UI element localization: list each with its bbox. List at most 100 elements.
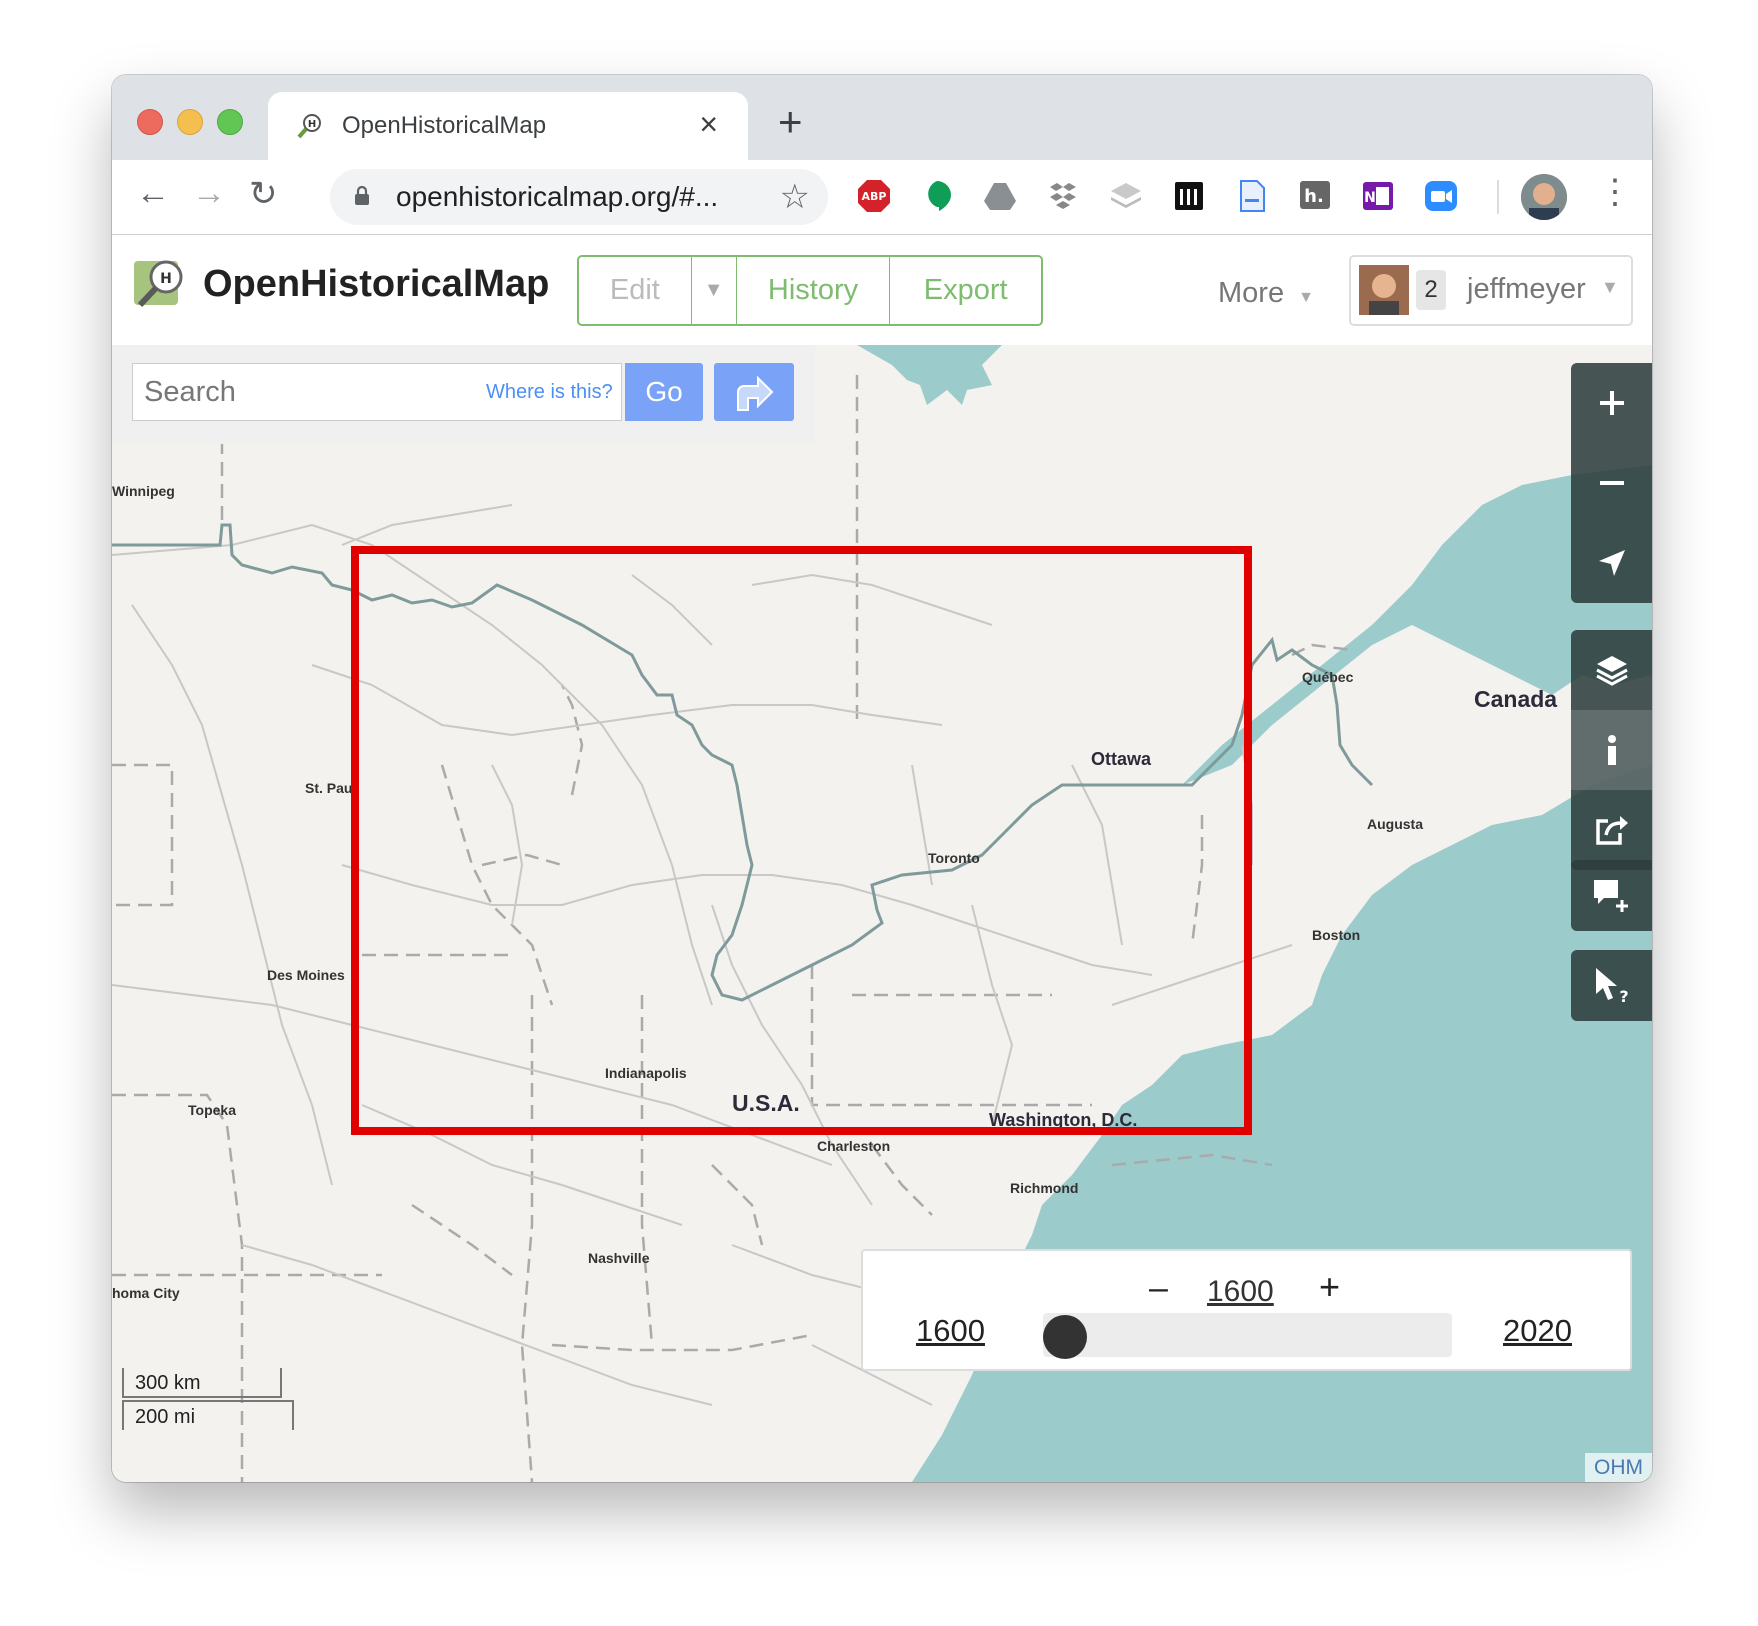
place-winnipeg: Winnipeg	[112, 483, 175, 499]
scale-km: 300 km	[122, 1368, 282, 1398]
minimize-window-button[interactable]	[177, 109, 203, 135]
info-icon	[1607, 735, 1616, 765]
primary-nav: Edit ▼ History Export	[577, 255, 1043, 326]
time-slider-handle[interactable]	[1043, 1315, 1087, 1359]
share-button[interactable]	[1571, 790, 1652, 870]
more-chevron-icon: ▼	[1298, 289, 1314, 306]
hangouts-icon[interactable]	[920, 179, 954, 213]
more-menu[interactable]: More ▼	[1218, 277, 1314, 310]
tab-strip: H OpenHistoricalMap × +	[112, 75, 1652, 160]
map-tool-controls	[1571, 630, 1652, 870]
place-canada: Canada	[1474, 686, 1558, 712]
time-increment-button[interactable]: +	[1319, 1269, 1340, 1305]
minus-icon	[1599, 481, 1624, 485]
add-note-button[interactable]	[1571, 860, 1652, 931]
user-menu[interactable]: 2 jeffmeyer ▼	[1349, 255, 1633, 326]
place-augusta: Augusta	[1367, 816, 1423, 832]
layers-stack-icon	[1595, 656, 1628, 686]
share-icon	[1595, 816, 1628, 845]
time-current-value[interactable]: 1600	[1207, 1275, 1274, 1309]
browser-toolbar: ← → ↻ openhistoricalmap.org/#... ☆ ABP h…	[112, 160, 1652, 235]
history-button[interactable]: History	[737, 257, 891, 324]
onenote-icon[interactable]: N	[1361, 179, 1395, 213]
google-drive-icon[interactable]	[983, 179, 1017, 213]
go-button[interactable]: Go	[625, 363, 703, 421]
site-header: H OpenHistoricalMap Edit ▼ History Expor…	[112, 235, 1652, 345]
more-label: More	[1218, 277, 1285, 309]
url-text: openhistoricalmap.org/#...	[396, 181, 719, 212]
user-avatar	[1359, 265, 1409, 315]
reload-icon[interactable]: ↻	[249, 174, 278, 214]
export-button[interactable]: Export	[890, 257, 1041, 324]
james-bay-water	[857, 345, 1002, 405]
query-controls: ?	[1571, 950, 1652, 1021]
plus-icon	[1599, 391, 1624, 415]
map-canvas[interactable]: Winnipeg St. Pau Des Moines Topeka homa …	[112, 345, 1652, 1482]
profile-avatar[interactable]	[1521, 174, 1567, 220]
address-bar[interactable]: openhistoricalmap.org/#... ☆	[330, 169, 828, 225]
svg-text:?: ?	[1619, 987, 1628, 1006]
notification-count-badge: 2	[1416, 270, 1446, 310]
lock-icon	[355, 186, 369, 205]
time-slider-panel: – 1600 + 1600 2020	[861, 1249, 1632, 1371]
place-boston: Boston	[1312, 927, 1361, 943]
search-panel: Where is this? Go	[112, 345, 815, 444]
chrome-menu-icon[interactable]: ⋮	[1598, 172, 1632, 212]
place-charleston: Charleston	[817, 1138, 891, 1154]
browser-window: H OpenHistoricalMap × + ← → ↻ openhistor…	[112, 75, 1652, 1482]
bookmark-star-icon[interactable]: ☆	[780, 177, 810, 217]
attribution-link[interactable]: OHM	[1585, 1453, 1652, 1482]
svg-text:N: N	[1364, 190, 1376, 206]
location-arrow-icon	[1598, 550, 1625, 576]
query-features-button[interactable]: ?	[1571, 950, 1652, 1021]
time-range-max[interactable]: 2020	[1503, 1313, 1572, 1349]
svg-text:H: H	[308, 119, 316, 130]
map-key-button[interactable]	[1571, 710, 1652, 790]
abp-label: ABP	[862, 190, 887, 203]
time-slider-track[interactable]	[1043, 1313, 1452, 1357]
edit-button[interactable]: Edit	[579, 257, 692, 324]
layers-button[interactable]	[1571, 630, 1652, 710]
locate-button[interactable]	[1571, 523, 1652, 603]
close-tab-icon[interactable]: ×	[699, 106, 718, 143]
zoom-out-button[interactable]	[1571, 443, 1652, 523]
username: jeffmeyer	[1467, 273, 1586, 305]
tab-title: OpenHistoricalMap	[342, 112, 547, 139]
time-range-min[interactable]: 1600	[916, 1313, 985, 1349]
ohm-logo-icon[interactable]: H	[132, 253, 192, 313]
adblock-plus-icon[interactable]: ABP	[857, 179, 891, 213]
zoom-controls	[1571, 363, 1652, 603]
svg-text:H: H	[160, 271, 172, 287]
place-quebec: Québec	[1302, 669, 1354, 685]
place-topeka: Topeka	[188, 1102, 236, 1118]
browser-tab[interactable]: H OpenHistoricalMap ×	[268, 92, 748, 160]
dropbox-like-icon[interactable]	[1046, 179, 1080, 213]
note-controls	[1571, 860, 1652, 931]
hypothesis-icon[interactable]: h.	[1298, 179, 1332, 213]
docs-icon[interactable]	[1235, 179, 1269, 213]
place-richmond: Richmond	[1010, 1180, 1079, 1196]
time-decrement-button[interactable]: –	[1149, 1271, 1168, 1305]
archive-icon[interactable]	[1172, 179, 1206, 213]
where-is-this-link[interactable]: Where is this?	[486, 381, 613, 404]
highlight-rectangle	[351, 546, 1252, 1135]
new-tab-button[interactable]: +	[778, 101, 803, 143]
site-title[interactable]: OpenHistoricalMap	[203, 263, 549, 306]
cursor-question-icon: ?	[1595, 967, 1628, 1006]
hypothesis-label: h.	[1304, 186, 1324, 207]
directions-icon	[737, 375, 774, 411]
forward-icon[interactable]: →	[192, 174, 226, 213]
layers-icon[interactable]	[1109, 179, 1143, 213]
back-icon[interactable]: ←	[136, 174, 170, 213]
close-window-button[interactable]	[137, 109, 163, 135]
ohm-favicon-icon: H	[297, 114, 321, 139]
zoom-in-button[interactable]	[1571, 363, 1652, 443]
add-note-icon	[1593, 879, 1628, 912]
directions-button[interactable]	[714, 363, 794, 421]
place-oklahoma-city: homa City	[112, 1285, 180, 1301]
scale-mi: 200 mi	[122, 1400, 294, 1430]
place-des-moines: Des Moines	[267, 967, 345, 983]
edit-dropdown-chevron-icon[interactable]: ▼	[692, 257, 737, 324]
zoom-window-button[interactable]	[217, 109, 243, 135]
zoom-icon[interactable]	[1424, 179, 1458, 213]
